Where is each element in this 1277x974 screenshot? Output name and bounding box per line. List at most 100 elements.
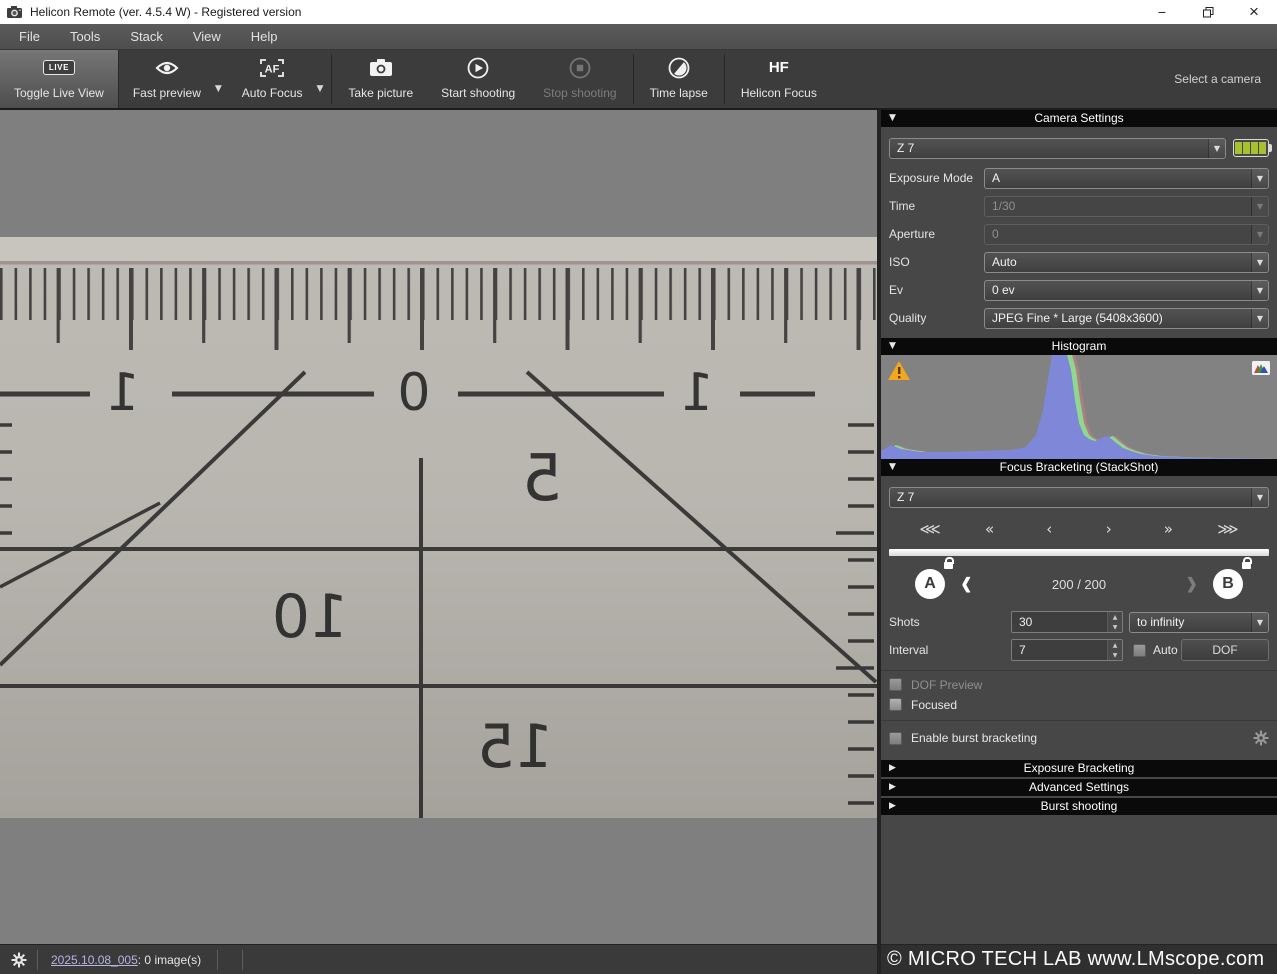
- auto-interval-label: Auto: [1153, 643, 1178, 657]
- helicon-focus-label: Helicon Focus: [741, 86, 817, 100]
- camera-model-value: Z 7: [897, 141, 914, 155]
- exposure-bracketing-header[interactable]: ▶ Exposure Bracketing: [881, 760, 1277, 777]
- menu-file[interactable]: File: [4, 24, 55, 49]
- minimize-button[interactable]: −: [1139, 0, 1185, 24]
- statusbar-divider: [37, 950, 38, 970]
- move-far-back-button[interactable]: ⋘: [913, 517, 947, 541]
- live-icon: LIVE: [43, 60, 75, 75]
- burst-shooting-title: Burst shooting: [1041, 799, 1118, 813]
- menu-tools[interactable]: Tools: [55, 24, 115, 49]
- iso-label: ISO: [889, 255, 984, 269]
- menubar: File Tools Stack View Help: [0, 24, 1277, 50]
- camera-icon: [369, 58, 393, 77]
- auto-focus-button[interactable]: AF Auto Focus: [228, 50, 317, 108]
- lock-icon: [1242, 562, 1251, 569]
- iso-select[interactable]: Auto ▼: [984, 252, 1269, 273]
- fast-preview-button[interactable]: Fast preview: [119, 50, 215, 108]
- restore-button[interactable]: [1185, 0, 1231, 24]
- ev-select[interactable]: 0 ev ▼: [984, 280, 1269, 301]
- prev-position-button[interactable]: ‹: [961, 559, 972, 605]
- auto-interval-checkbox[interactable]: [1133, 644, 1146, 657]
- exposure-mode-value: A: [992, 171, 1000, 185]
- close-button[interactable]: ×: [1231, 0, 1277, 24]
- enable-burst-checkbox[interactable]: [889, 732, 902, 745]
- histogram-chart: [881, 355, 1277, 459]
- spin-down-icon[interactable]: ▼: [1108, 622, 1122, 632]
- shots-label: Shots: [889, 615, 1011, 629]
- dropdown-arrow-icon: ▼: [1251, 169, 1268, 188]
- auto-focus-dropdown-icon[interactable]: ▼: [317, 64, 330, 94]
- burst-shooting-header[interactable]: ▶ Burst shooting: [881, 798, 1277, 815]
- ruler-number-5: 5: [522, 442, 563, 516]
- menu-stack[interactable]: Stack: [115, 24, 178, 49]
- right-panel: ▼ Camera Settings Z 7 ▼ Exposure Mode A …: [877, 110, 1277, 944]
- menu-view[interactable]: View: [178, 24, 236, 49]
- interval-stepper[interactable]: ▲▼: [1011, 639, 1123, 661]
- exposure-mode-select[interactable]: A ▼: [984, 168, 1269, 189]
- helicon-focus-button[interactable]: HF Helicon Focus: [727, 50, 831, 108]
- fast-preview-dropdown-icon[interactable]: ▼: [215, 64, 228, 94]
- position-track[interactable]: [889, 549, 1269, 556]
- exposure-bracketing-title: Exposure Bracketing: [1024, 761, 1135, 775]
- next-position-button[interactable]: ›: [1186, 559, 1197, 605]
- lock-icon: [944, 562, 953, 569]
- shots-stepper[interactable]: ▲▼: [1011, 611, 1123, 633]
- camera-settings-header[interactable]: ▼ Camera Settings: [881, 110, 1277, 127]
- burst-bracketing-row: Enable burst bracketing: [881, 730, 1277, 746]
- dropdown-arrow-icon: ▼: [1251, 613, 1268, 632]
- burst-settings-gear-icon[interactable]: [1253, 730, 1269, 746]
- focus-bracketing-header[interactable]: ▼ Focus Bracketing (StackShot): [881, 459, 1277, 476]
- histogram-mode-icon[interactable]: [1252, 361, 1270, 375]
- dof-preview-checkbox[interactable]: [889, 678, 902, 691]
- dof-button[interactable]: DOF: [1181, 639, 1269, 661]
- dof-preview-row: DOF Preview: [881, 677, 1277, 692]
- statusbar-divider: [217, 950, 218, 970]
- dropdown-arrow-icon: ▼: [1251, 488, 1268, 507]
- take-picture-button[interactable]: Take picture: [334, 50, 427, 108]
- exposure-mode-label: Exposure Mode: [889, 171, 984, 185]
- dropdown-arrow-icon: ▼: [1251, 253, 1268, 272]
- time-select[interactable]: 1/30 ▼: [984, 196, 1269, 217]
- histogram-header[interactable]: ▼ Histogram: [881, 338, 1277, 355]
- quality-label: Quality: [889, 311, 984, 325]
- move-forward-button[interactable]: »: [1151, 517, 1185, 541]
- start-shooting-button[interactable]: Start shooting: [427, 50, 529, 108]
- select-camera-button[interactable]: Select a camera: [1174, 72, 1277, 86]
- spin-up-icon[interactable]: ▲: [1108, 640, 1122, 650]
- focused-checkbox[interactable]: [889, 698, 902, 711]
- toggle-live-view-button[interactable]: LIVE Toggle Live View: [0, 50, 119, 108]
- shots-mode-select[interactable]: to infinity ▼: [1129, 612, 1269, 633]
- stackshot-device-value: Z 7: [897, 490, 914, 504]
- ruler-number-1-right: 1: [680, 363, 713, 423]
- focused-label: Focused: [911, 698, 957, 712]
- stackshot-device-select[interactable]: Z 7 ▼: [889, 487, 1269, 508]
- ab-range-row: A ‹ 200 / 200 › B: [881, 561, 1277, 607]
- toolbar-separator: [724, 54, 725, 104]
- session-folder-link[interactable]: 2025.10.08_005: [51, 953, 138, 967]
- move-far-forward-button[interactable]: ⋙: [1211, 517, 1245, 541]
- step-back-button[interactable]: ‹: [1032, 517, 1066, 541]
- collapse-triangle-icon: ▼: [889, 459, 896, 476]
- point-b-label: B: [1222, 575, 1234, 593]
- start-shooting-label: Start shooting: [441, 86, 515, 100]
- time-lapse-button[interactable]: Time lapse: [636, 50, 722, 108]
- toolbar: LIVE Toggle Live View Fast preview ▼ AF …: [0, 50, 1277, 110]
- spin-up-icon[interactable]: ▲: [1108, 612, 1122, 622]
- collapse-triangle-icon: ▼: [889, 338, 896, 355]
- advanced-settings-title: Advanced Settings: [1029, 780, 1129, 794]
- aperture-select[interactable]: 0 ▼: [984, 224, 1269, 245]
- point-b-button[interactable]: B: [1213, 569, 1243, 599]
- dof-preview-label: DOF Preview: [911, 678, 982, 692]
- stop-shooting-button[interactable]: Stop shooting: [529, 50, 630, 108]
- move-back-button[interactable]: «: [973, 517, 1007, 541]
- step-forward-button[interactable]: ›: [1092, 517, 1126, 541]
- advanced-settings-header[interactable]: ▶ Advanced Settings: [881, 779, 1277, 796]
- aperture-value: 0: [992, 227, 999, 241]
- quality-select[interactable]: JPEG Fine * Large (5408x3600) ▼: [984, 308, 1269, 329]
- live-view[interactable]: 1 0 1 5 10 15: [0, 110, 877, 944]
- point-a-button[interactable]: A: [915, 569, 945, 599]
- spin-down-icon[interactable]: ▼: [1108, 650, 1122, 660]
- menu-help[interactable]: Help: [236, 24, 293, 49]
- camera-model-select[interactable]: Z 7 ▼: [889, 138, 1226, 159]
- settings-gear-icon[interactable]: [11, 952, 27, 968]
